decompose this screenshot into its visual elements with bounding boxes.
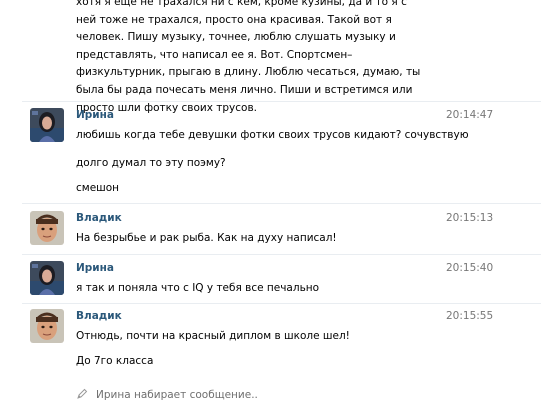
message-text: смешон (76, 182, 120, 194)
message-text: На безрыбье и рак рыба. Как на духу напи… (76, 232, 337, 244)
message-time: 20:15:55 (446, 310, 494, 322)
message-text: До 7го класса (76, 355, 154, 367)
message-feed: хотя я еще не трахался ни с кем, кроме к… (0, 0, 541, 401)
previous-message-text: хотя я еще не трахался ни с кем, кроме к… (76, 0, 421, 114)
message-divider (22, 101, 541, 102)
pencil-icon (77, 388, 88, 399)
message-text: Отнюдь, почти на красный диплом в школе … (76, 330, 350, 342)
message-time: 20:15:40 (446, 262, 494, 274)
avatar-female[interactable] (30, 261, 64, 295)
message-author[interactable]: Владик (76, 309, 122, 323)
typing-indicator-text: Ирина набирает сообщение.. (96, 389, 258, 401)
message-time: 20:14:47 (446, 109, 494, 121)
user-avatar-female-icon (30, 108, 64, 142)
message-text: я так и поняла что с IQ у тебя все печал… (76, 282, 320, 294)
message-text: долго думал то эту поэму? (76, 157, 226, 169)
message-time: 20:15:13 (446, 212, 494, 224)
user-avatar-male-icon (30, 211, 64, 245)
message-author[interactable]: Ирина (76, 261, 114, 275)
avatar-male[interactable] (30, 309, 64, 343)
message-divider (22, 254, 541, 255)
message-divider (22, 303, 541, 304)
user-avatar-female-icon (30, 261, 64, 295)
avatar-male[interactable] (30, 211, 64, 245)
avatar-female[interactable] (30, 108, 64, 142)
user-avatar-male-icon (30, 309, 64, 343)
message-text: любишь когда тебе девушки фотки своих тр… (76, 129, 469, 141)
message-author[interactable]: Владик (76, 211, 122, 225)
message-author[interactable]: Ирина (76, 108, 114, 122)
message-divider (22, 203, 541, 204)
